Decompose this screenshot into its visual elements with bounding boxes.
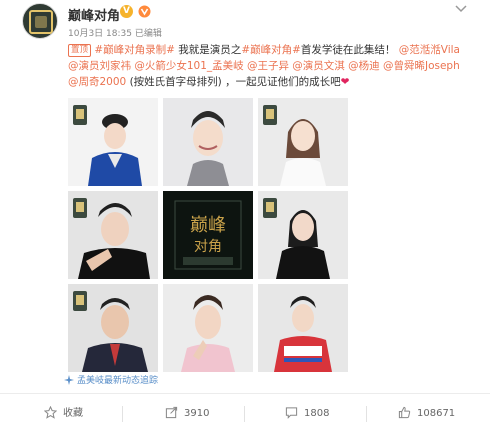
photo-woman-white-top[interactable] — [258, 98, 348, 186]
favorite-label: 收藏 — [63, 408, 83, 419]
svg-text:对角: 对角 — [194, 239, 222, 255]
star-icon — [43, 405, 58, 419]
repost-count: 3910 — [184, 408, 210, 419]
like-button[interactable]: 108671 — [398, 394, 455, 434]
text-part: 首发学徒在此集结！ — [300, 44, 396, 56]
like-count: 108671 — [417, 408, 456, 419]
chevron-down-icon[interactable] — [454, 4, 468, 14]
photo-man-pink-shirt[interactable] — [163, 284, 253, 372]
photo-man-smiling[interactable] — [163, 98, 253, 186]
divider — [122, 406, 123, 422]
hashtag-link[interactable]: #巅峰对角录制# — [94, 44, 175, 56]
post-meta: 10月3日 18:35 已编辑 — [68, 29, 162, 39]
sparkle-icon — [64, 375, 74, 385]
text-part: 我就是演员之 — [174, 44, 242, 56]
post-text: 置顶 #巅峰对角录制# 我就是演员之#巅峰对角#首发学徒在此集结！ @范湉湉Vi… — [68, 42, 468, 90]
username[interactable]: 巅峰对角 — [68, 5, 120, 24]
topic-link[interactable]: 孟美岐最新动态追踪 — [64, 373, 158, 386]
comment-button[interactable]: 1808 — [285, 394, 329, 434]
photo-man-suit[interactable] — [68, 284, 158, 372]
text-part: (按姓氏首字母排列) ，一起见证他们的成长吧 — [126, 76, 341, 88]
photo-woman-leather-jacket[interactable] — [258, 191, 348, 279]
weibo-post: 巅峰对角 V 10月3日 18:35 已编辑 置顶 #巅峰对角录制# 我就是演员… — [0, 0, 490, 440]
share-icon — [165, 406, 178, 419]
photo-man-red-sweater[interactable] — [258, 284, 348, 372]
topic-link-label: 孟美岐最新动态追踪 — [77, 376, 159, 386]
verified-icon: V — [120, 5, 133, 18]
photo-woman-blue-jacket[interactable] — [68, 98, 158, 186]
divider — [366, 406, 367, 422]
avatar[interactable] — [22, 3, 58, 39]
divider — [244, 406, 245, 422]
comment-count: 1808 — [304, 408, 330, 419]
pinned-badge: 置顶 — [68, 44, 92, 57]
svg-text:巅峰: 巅峰 — [190, 215, 226, 236]
vip-icon — [138, 5, 151, 18]
hashtag-link[interactable]: #巅峰对角# — [241, 44, 301, 56]
action-bar: 收藏 3910 1808 108671 — [0, 393, 490, 433]
favorite-button[interactable]: 收藏 — [43, 394, 83, 434]
like-icon — [398, 406, 411, 419]
repost-button[interactable]: 3910 — [165, 394, 209, 434]
heart-icon: ❤ — [340, 76, 350, 88]
photo-man-hand-on-chin[interactable] — [68, 191, 158, 279]
photo-show-logo[interactable]: 巅峰 对角 — [163, 191, 253, 279]
comment-icon — [285, 407, 298, 419]
